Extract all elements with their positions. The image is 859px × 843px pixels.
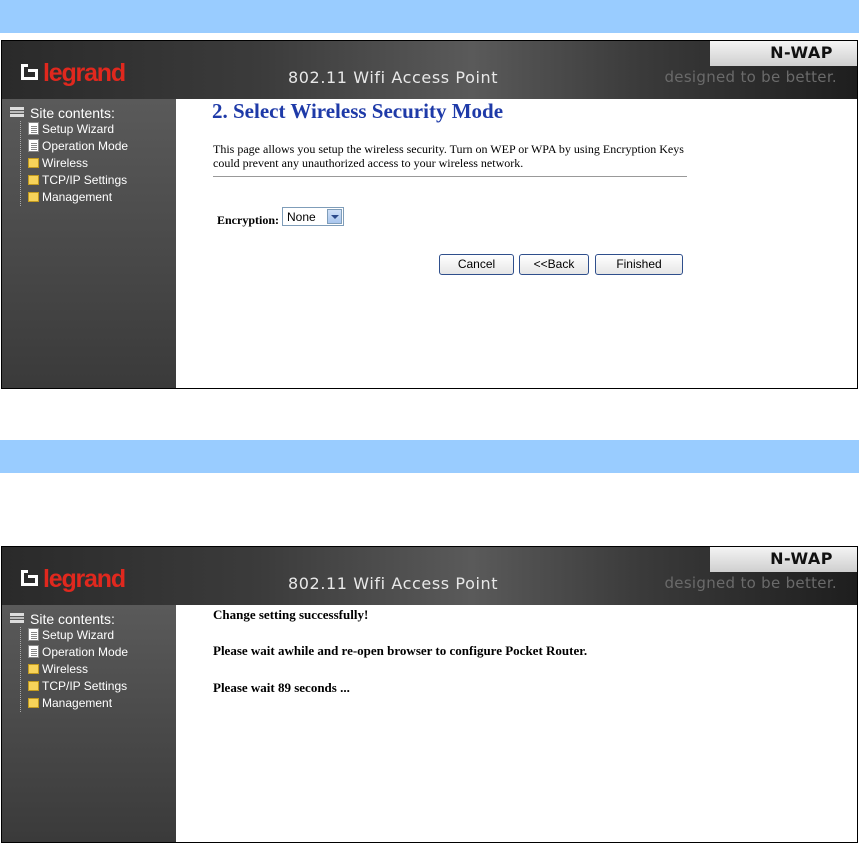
page-icon (28, 122, 39, 135)
nav-label: Operation Mode (42, 645, 129, 659)
folder-icon (28, 192, 39, 202)
nav-wireless[interactable]: Wireless (20, 661, 128, 678)
page-icon (28, 645, 39, 658)
main-content: 2. Select Wireless Security Mode This pa… (176, 99, 857, 388)
nav-setup-wizard[interactable]: Setup Wizard (20, 121, 128, 138)
nav-management[interactable]: Management (20, 189, 128, 206)
status-message-reopen: Please wait awhile and re-open browser t… (213, 643, 588, 658)
nav-label: Wireless (42, 156, 89, 170)
page-title: 802.11 Wifi Access Point (288, 68, 499, 87)
nav-management[interactable]: Management (20, 695, 128, 712)
nav-label: Operation Mode (42, 139, 129, 153)
nav-operation-mode[interactable]: Operation Mode (20, 644, 128, 661)
sidebar-title-text: Site contents: (30, 611, 115, 627)
sidebar: Site contents: Setup Wizard Operation Mo… (2, 605, 176, 842)
header: legrand 802.11 Wifi Access Point N-WAP d… (2, 547, 857, 605)
nav-label: Management (42, 696, 113, 710)
section-bar-top (0, 0, 859, 33)
nav-label: Setup Wizard (42, 122, 115, 136)
tagline: designed to be better. (664, 574, 837, 592)
section-bar-bottom (0, 440, 859, 473)
brand-name: legrand (43, 59, 126, 87)
page-icon (28, 628, 39, 641)
folder-icon (28, 664, 39, 674)
router-panel-status: legrand 802.11 Wifi Access Point N-WAP d… (1, 546, 858, 843)
sidebar-title: Site contents: (10, 105, 115, 121)
site-tree-icon (10, 613, 24, 623)
page-description: This page allows you setup the wireless … (213, 142, 684, 170)
encryption-value: None (287, 210, 316, 224)
folder-icon (28, 175, 39, 185)
product-name: N-WAP (770, 43, 833, 62)
status-message-countdown: Please wait 89 seconds ... (213, 680, 350, 695)
legrand-mark-icon (21, 570, 38, 586)
divider (213, 176, 687, 177)
nav-label: Management (42, 190, 113, 204)
sidebar: Site contents: Setup Wizard Operation Mo… (2, 99, 176, 388)
page-heading: 2. Select Wireless Security Mode (212, 99, 504, 123)
finished-button[interactable]: Finished (595, 254, 683, 275)
tagline: designed to be better. (664, 68, 837, 86)
nav-label: Wireless (42, 662, 89, 676)
nav-label: TCP/IP Settings (42, 173, 128, 187)
nav-tcpip-settings[interactable]: TCP/IP Settings (20, 172, 128, 189)
sidebar-title: Site contents: (10, 611, 115, 627)
nav-tcpip-settings[interactable]: TCP/IP Settings (20, 678, 128, 695)
brand-name: legrand (43, 565, 126, 593)
legrand-mark-icon (21, 64, 38, 80)
header: legrand 802.11 Wifi Access Point N-WAP d… (2, 41, 857, 99)
page-icon (28, 139, 39, 152)
main-content: Change setting successfully! Please wait… (176, 605, 857, 842)
product-name: N-WAP (770, 549, 833, 568)
encryption-label: Encryption: (217, 213, 280, 227)
nav-setup-wizard[interactable]: Setup Wizard (20, 627, 128, 644)
nav-operation-mode[interactable]: Operation Mode (20, 138, 128, 155)
product-badge: N-WAP (710, 547, 857, 572)
encryption-select[interactable]: None (282, 207, 344, 226)
folder-icon (28, 158, 39, 168)
folder-icon (28, 698, 39, 708)
product-badge: N-WAP (710, 41, 857, 66)
router-panel-security: legrand 802.11 Wifi Access Point N-WAP d… (1, 40, 858, 389)
back-button[interactable]: <<Back (519, 254, 589, 275)
nav-wireless[interactable]: Wireless (20, 155, 128, 172)
cancel-button[interactable]: Cancel (439, 254, 514, 275)
nav-tree: Setup Wizard Operation Mode Wireless TCP… (20, 627, 128, 712)
status-message-success: Change setting successfully! (213, 607, 369, 622)
sidebar-title-text: Site contents: (30, 105, 115, 121)
chevron-down-icon[interactable] (327, 209, 342, 224)
folder-icon (28, 681, 39, 691)
page-title: 802.11 Wifi Access Point (288, 574, 499, 593)
nav-label: Setup Wizard (42, 628, 115, 642)
site-tree-icon (10, 107, 24, 117)
nav-tree: Setup Wizard Operation Mode Wireless TCP… (20, 121, 128, 206)
nav-label: TCP/IP Settings (42, 679, 128, 693)
